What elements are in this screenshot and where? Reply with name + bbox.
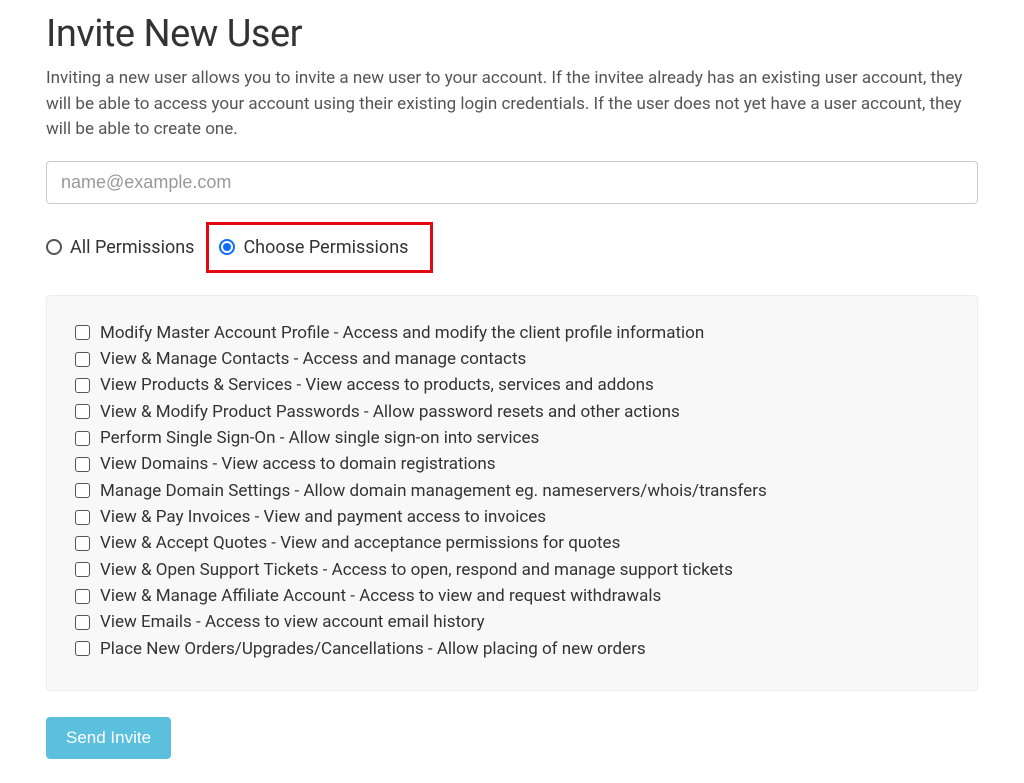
permission-label: View & Manage Contacts - Access and mana… [100, 346, 526, 372]
invite-email-input[interactable] [46, 161, 978, 204]
permission-label: Place New Orders/Upgrades/Cancellations … [100, 636, 646, 662]
checkbox-icon[interactable] [75, 510, 90, 525]
checkbox-icon[interactable] [75, 641, 90, 656]
permission-label: View & Pay Invoices - View and payment a… [100, 504, 546, 530]
radio-all-permissions[interactable]: All Permissions [46, 237, 194, 258]
permission-label: View & Open Support Tickets - Access to … [100, 557, 733, 583]
permission-item[interactable]: View Products & Services - View access t… [75, 372, 949, 398]
permission-label: Modify Master Account Profile - Access a… [100, 320, 704, 346]
invite-user-page: Invite New User Inviting a new user allo… [0, 0, 1024, 783]
checkbox-icon[interactable] [75, 589, 90, 604]
radio-icon [219, 239, 235, 255]
permission-item[interactable]: Modify Master Account Profile - Access a… [75, 320, 949, 346]
permission-label: View Emails - Access to view account ema… [100, 609, 485, 635]
checkbox-icon[interactable] [75, 431, 90, 446]
checkbox-icon[interactable] [75, 378, 90, 393]
checkbox-icon[interactable] [75, 457, 90, 472]
radio-label: All Permissions [70, 237, 194, 258]
highlight-box: Choose Permissions [206, 222, 433, 273]
send-invite-button[interactable]: Send Invite [46, 717, 171, 759]
checkbox-icon[interactable] [75, 615, 90, 630]
permission-label: View & Accept Quotes - View and acceptan… [100, 530, 620, 556]
page-title: Invite New User [46, 12, 978, 56]
permissions-list: Modify Master Account Profile - Access a… [46, 295, 978, 691]
radio-label: Choose Permissions [243, 237, 408, 258]
permission-mode-selector: All Permissions Choose Permissions [46, 222, 978, 273]
radio-choose-permissions[interactable]: Choose Permissions [219, 237, 408, 258]
page-description: Inviting a new user allows you to invite… [46, 66, 978, 143]
permission-label: View Products & Services - View access t… [100, 372, 654, 398]
checkbox-icon[interactable] [75, 325, 90, 340]
permission-label: View Domains - View access to domain reg… [100, 451, 496, 477]
permission-item[interactable]: View & Accept Quotes - View and acceptan… [75, 530, 949, 556]
permission-item[interactable]: View Emails - Access to view account ema… [75, 609, 949, 635]
permission-label: Manage Domain Settings - Allow domain ma… [100, 478, 767, 504]
checkbox-icon[interactable] [75, 536, 90, 551]
checkbox-icon[interactable] [75, 562, 90, 577]
permission-label: View & Manage Affiliate Account - Access… [100, 583, 661, 609]
permission-item[interactable]: Place New Orders/Upgrades/Cancellations … [75, 636, 949, 662]
checkbox-icon[interactable] [75, 404, 90, 419]
permission-item[interactable]: Manage Domain Settings - Allow domain ma… [75, 478, 949, 504]
checkbox-icon[interactable] [75, 352, 90, 367]
permission-label: Perform Single Sign-On - Allow single si… [100, 425, 539, 451]
permission-item[interactable]: View & Open Support Tickets - Access to … [75, 557, 949, 583]
permission-label: View & Modify Product Passwords - Allow … [100, 399, 680, 425]
permission-item[interactable]: View & Modify Product Passwords - Allow … [75, 399, 949, 425]
permission-item[interactable]: Perform Single Sign-On - Allow single si… [75, 425, 949, 451]
permission-item[interactable]: View & Manage Affiliate Account - Access… [75, 583, 949, 609]
radio-icon [46, 239, 62, 255]
permission-item[interactable]: View & Manage Contacts - Access and mana… [75, 346, 949, 372]
permission-item[interactable]: View Domains - View access to domain reg… [75, 451, 949, 477]
permission-item[interactable]: View & Pay Invoices - View and payment a… [75, 504, 949, 530]
checkbox-icon[interactable] [75, 483, 90, 498]
